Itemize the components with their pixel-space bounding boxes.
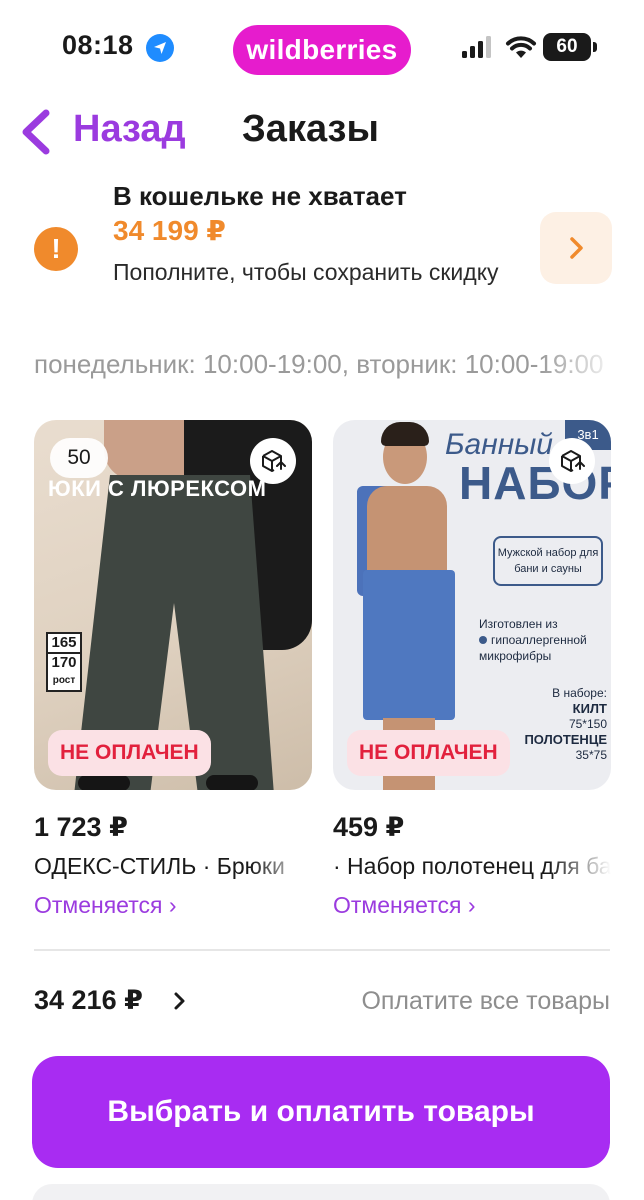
brand-logo: wildberries — [233, 25, 411, 75]
order-status-link[interactable]: Отменяется › — [333, 892, 611, 919]
product-image[interactable]: ЮКИ С ЛЮРЕКСОМ 165 170 рост 50 НЕ ОПЛАЧЕ… — [34, 420, 312, 790]
page-title: Заказы — [242, 108, 379, 150]
image-description: Изготовлен из гипоаллергенной микрофибры — [479, 617, 587, 663]
order-card[interactable]: ЮКИ С ЛЮРЕКСОМ 165 170 рост 50 НЕ ОПЛАЧЕ… — [34, 420, 312, 919]
exclamation-icon: ! — [34, 227, 78, 271]
order-total[interactable]: 34 216 ₽ — [34, 985, 143, 1016]
unpaid-status-chip: НЕ ОПЛАЧЕН — [48, 730, 211, 776]
product-name: ОДЕКС-СТИЛЬ · Брюки — [34, 853, 285, 879]
battery-icon: 60 — [543, 33, 591, 61]
status-time: 08:18 — [62, 30, 134, 60]
pay-all-hint: Оплатите все товары — [361, 987, 610, 1015]
height-label: 165 170 рост — [46, 632, 82, 692]
hours-fade — [540, 345, 620, 385]
wifi-icon — [506, 36, 536, 58]
bottom-sheet-peek — [32, 1184, 610, 1200]
chevron-right-icon[interactable] — [172, 989, 188, 1013]
product-price: 459 ₽ — [333, 812, 405, 842]
unpaid-status-chip: НЕ ОПЛАЧЕН — [347, 730, 510, 776]
image-set-contents: В наборе: КИЛТ 75*150 ПОЛОТЕНЦЕ 35*75 — [524, 686, 607, 762]
cellular-signal-icon — [462, 36, 491, 58]
order-status-link[interactable]: Отменяется › — [34, 892, 312, 919]
box-return-icon — [561, 450, 585, 472]
battery-level: 60 — [556, 36, 578, 57]
status-bar: 08:18 wildberries 60 — [0, 0, 644, 100]
battery-cap — [593, 42, 597, 52]
image-caption: ЮКИ С ЛЮРЕКСОМ — [48, 476, 267, 501]
order-card[interactable]: Банный НАБОР 3в1 Мужской набор для бани … — [333, 420, 611, 919]
wallet-topup-button[interactable] — [540, 212, 612, 284]
product-image[interactable]: Банный НАБОР 3в1 Мужской набор для бани … — [333, 420, 611, 790]
chevron-right-icon — [570, 237, 583, 259]
wallet-alert-title: В кошельке не хватает — [113, 181, 407, 211]
box-return-icon — [262, 450, 286, 472]
return-box-button[interactable] — [250, 438, 296, 484]
product-price: 1 723 ₽ — [34, 812, 128, 842]
back-chevron-icon[interactable] — [14, 107, 58, 157]
wallet-alert-description: Пополните, чтобы сохранить скидку — [113, 259, 499, 285]
location-arrow-icon — [146, 34, 174, 62]
return-box-button[interactable] — [549, 438, 595, 484]
quantity-badge: 50 — [50, 438, 108, 478]
back-button[interactable]: Назад — [73, 108, 186, 151]
wallet-shortfall-amount: 34 199 ₽ — [113, 215, 226, 246]
product-name: · Набор полотенец для бани — [333, 853, 611, 879]
pickup-point-hours: понедельник: 10:00-19:00, вторник: 10:00… — [34, 349, 604, 379]
select-and-pay-button[interactable]: Выбрать и оплатить товары — [32, 1056, 610, 1168]
divider — [34, 949, 610, 951]
image-info-box: Мужской набор для бани и сауны — [493, 536, 603, 586]
